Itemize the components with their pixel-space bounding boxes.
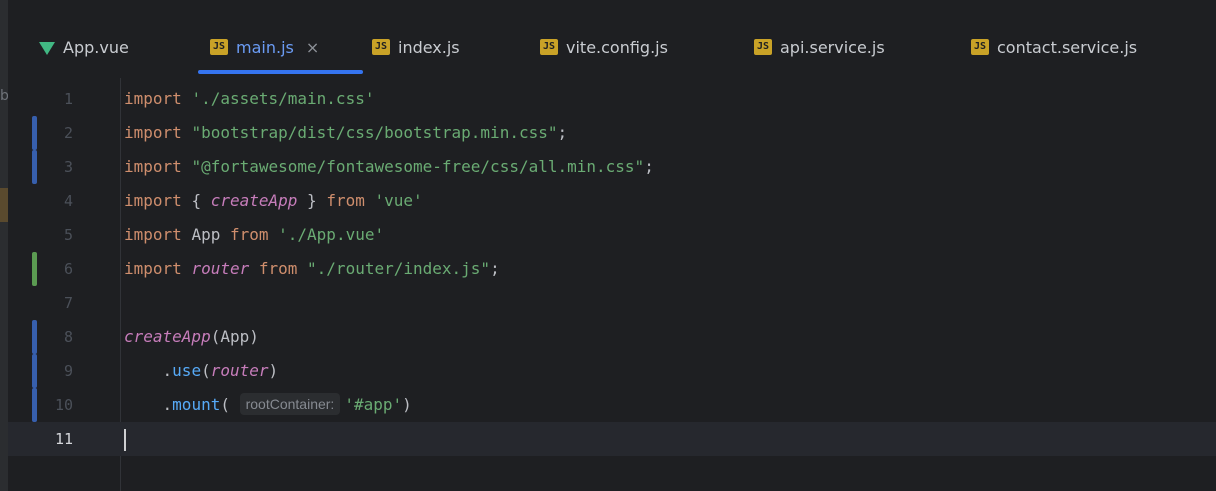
line-number: 2 bbox=[63, 124, 73, 142]
active-tab-indicator bbox=[198, 70, 363, 74]
code-token: import bbox=[124, 259, 192, 278]
line-number: 3 bbox=[63, 158, 73, 176]
code-line[interactable]: 9 .use(router) bbox=[8, 354, 1216, 388]
left-tool-strip: b bbox=[0, 0, 9, 491]
text-cursor bbox=[124, 428, 126, 451]
code-token: router bbox=[210, 361, 269, 380]
code-token: "bootstrap/dist/css/bootstrap.min.css" bbox=[191, 123, 558, 142]
code-token: from bbox=[229, 225, 279, 244]
js-icon: JS bbox=[754, 39, 772, 55]
code-text: import './assets/main.css' bbox=[124, 82, 1216, 116]
code-token: ; bbox=[490, 259, 500, 278]
code-line[interactable]: 4 import { createApp } from 'vue' bbox=[8, 184, 1216, 218]
code-token: import bbox=[124, 225, 192, 244]
tab-label: vite.config.js bbox=[566, 37, 668, 57]
code-text: .mount( rootContainer: '#app') bbox=[124, 388, 1216, 422]
tab-label: index.js bbox=[398, 37, 460, 57]
code-token: import bbox=[124, 191, 192, 210]
code-token: createApp bbox=[124, 327, 211, 346]
code-token: ; bbox=[644, 157, 654, 176]
code-token: (App) bbox=[210, 327, 259, 346]
tab-main-js[interactable]: JS main.js × bbox=[210, 33, 319, 61]
line-number: 5 bbox=[63, 226, 73, 244]
code-token: import bbox=[124, 157, 192, 176]
js-icon: JS bbox=[971, 39, 989, 55]
line-number: 9 bbox=[63, 362, 73, 380]
code-line[interactable]: 3 import "@fortawesome/fontawesome-free/c… bbox=[8, 150, 1216, 184]
line-number: 10 bbox=[54, 396, 73, 414]
line-number: 7 bbox=[63, 294, 73, 312]
tab-index-js[interactable]: JS index.js bbox=[372, 33, 460, 61]
line-number: 4 bbox=[63, 192, 73, 210]
code-token: mount bbox=[172, 395, 221, 414]
tab-label: App.vue bbox=[63, 37, 129, 57]
line-number: 6 bbox=[63, 260, 73, 278]
tab-label: contact.service.js bbox=[997, 37, 1138, 57]
parameter-hint: rootContainer: bbox=[239, 393, 341, 415]
code-text: import "bootstrap/dist/css/bootstrap.min… bbox=[124, 116, 1216, 150]
tab-contact-service-js[interactable]: JS contact.service.js bbox=[971, 33, 1137, 61]
js-icon: JS bbox=[372, 39, 390, 55]
code-line[interactable]: 11 bbox=[8, 422, 1216, 456]
code-token: "@fortawesome/fontawesome-free/css/all.m… bbox=[191, 157, 645, 176]
code-token: 'vue' bbox=[374, 191, 423, 210]
code-token: . bbox=[124, 395, 173, 414]
code-text: import "@fortawesome/fontawesome-free/cs… bbox=[124, 150, 1216, 184]
tab-label: api.service.js bbox=[780, 37, 885, 57]
code-text: import { createApp } from 'vue' bbox=[124, 184, 1216, 218]
strip-marker bbox=[0, 188, 8, 222]
code-token: import bbox=[124, 89, 192, 108]
code-token: "./router/index.js" bbox=[307, 259, 491, 278]
tab-api-service-js[interactable]: JS api.service.js bbox=[754, 33, 885, 61]
code-editor[interactable]: 1 import './assets/main.css' 2 import "boot… bbox=[8, 78, 1216, 491]
code-token: from bbox=[249, 259, 308, 278]
code-line[interactable]: 7 bbox=[8, 286, 1216, 320]
code-line[interactable]: 2 import "bootstrap/dist/css/bootstrap.mi… bbox=[8, 116, 1216, 150]
code-token: ( bbox=[201, 361, 211, 380]
code-token: from bbox=[326, 191, 375, 210]
code-token: App bbox=[191, 225, 230, 244]
code-line[interactable]: 6 import router from "./router/index.js"; bbox=[8, 252, 1216, 286]
code-token: '#app' bbox=[344, 395, 403, 414]
code-line[interactable]: 10 .mount( rootContainer: '#app') bbox=[8, 388, 1216, 422]
code-line[interactable]: 1 import './assets/main.css' bbox=[8, 82, 1216, 116]
code-text: import router from "./router/index.js"; bbox=[124, 252, 1216, 286]
code-token: createApp bbox=[210, 191, 298, 210]
code-line[interactable]: 8 createApp(App) bbox=[8, 320, 1216, 354]
line-number: 11 bbox=[54, 430, 73, 448]
js-icon: JS bbox=[210, 39, 228, 55]
code-token: ( bbox=[220, 395, 240, 414]
code-token: use bbox=[172, 361, 202, 380]
code-token: . bbox=[124, 361, 173, 380]
code-text: import App from './App.vue' bbox=[124, 218, 1216, 252]
editor-tab-bar: App.vue JS main.js × JS index.js JS vite… bbox=[8, 0, 1216, 78]
code-token: ; bbox=[557, 123, 568, 142]
code-token: './App.vue' bbox=[278, 225, 385, 244]
code-token: router bbox=[191, 259, 250, 278]
code-text: createApp(App) bbox=[124, 320, 1216, 354]
code-token: } bbox=[297, 191, 327, 210]
code-line[interactable]: 5 import App from './App.vue' bbox=[8, 218, 1216, 252]
tab-vite-config-js[interactable]: JS vite.config.js bbox=[540, 33, 668, 61]
js-icon: JS bbox=[540, 39, 558, 55]
code-token: import bbox=[124, 123, 192, 142]
code-text: .use(router) bbox=[124, 354, 1216, 388]
tab-label: main.js bbox=[236, 37, 294, 57]
code-token: { bbox=[191, 191, 211, 210]
line-number: 1 bbox=[63, 90, 73, 108]
code-text bbox=[124, 422, 1216, 456]
close-icon[interactable]: × bbox=[306, 38, 319, 57]
line-number: 8 bbox=[63, 328, 73, 346]
code-token: ) bbox=[268, 361, 279, 380]
code-token: ) bbox=[402, 395, 412, 414]
tab-app-vue[interactable]: App.vue bbox=[39, 33, 129, 61]
vue-icon bbox=[39, 41, 55, 55]
code-token: './assets/main.css' bbox=[191, 89, 375, 108]
